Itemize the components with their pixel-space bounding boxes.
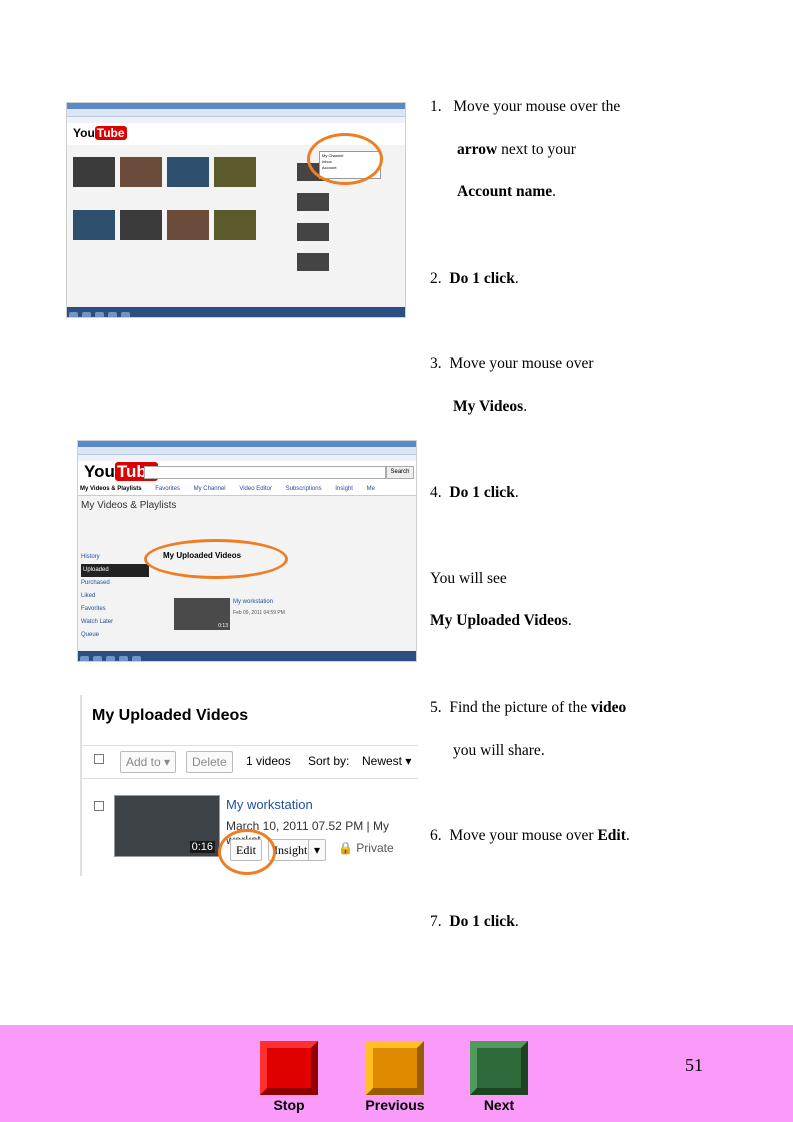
left-nav-item: Queue [81, 632, 100, 638]
left-nav-item: Uploaded [81, 564, 149, 577]
browser-toolbar [78, 447, 416, 455]
video-title: My workstation [233, 599, 274, 605]
youtube-header: You Tube Search [78, 461, 416, 483]
highlight-circle [307, 133, 383, 185]
step-3-line-2: My Videos. [453, 398, 528, 415]
step-6: 6. Move your mouse over Edit. [430, 827, 630, 844]
video-thumbnail [120, 157, 162, 187]
screenshot-account-menu: You Tube My Channel Inbox Account [66, 102, 406, 318]
privacy-status: 🔒 Private [338, 841, 394, 855]
stop-button[interactable] [260, 1041, 318, 1095]
step-1-line-2: arrow next to your [457, 141, 576, 158]
nav-item: My Videos & Playlists [80, 486, 142, 492]
step-2: 2. Do 1 click. [430, 270, 519, 287]
video-thumbnail [297, 253, 329, 271]
youtube-logo: You Tube [73, 126, 127, 140]
left-nav-item: Liked [81, 593, 96, 599]
result-line-1: You will see [430, 570, 507, 587]
previous-button[interactable] [366, 1041, 424, 1095]
uploaded-title: My Uploaded Videos [92, 707, 249, 724]
screenshot-my-videos: You Tube Search My Videos & Playlists Fav… [77, 440, 417, 662]
video-thumbnail [167, 210, 209, 240]
highlight-circle [218, 829, 276, 875]
page-number: 51 [685, 1055, 703, 1075]
left-nav-item: History [81, 554, 100, 560]
step-7: 7. Do 1 click. [430, 913, 519, 930]
footer-bar: Stop Previous Next 51 [0, 1025, 793, 1122]
search-input [144, 466, 386, 479]
youtube-nav: My Videos & Playlists Favorites My Chann… [78, 483, 416, 496]
video-title: My workstation [226, 797, 313, 812]
nav-item: Favorites [155, 486, 180, 492]
left-nav-item: Purchased [81, 580, 110, 586]
step-5-line-1: 5. Find the picture of the video [430, 699, 627, 716]
next-button[interactable] [470, 1041, 528, 1095]
video-meta: Feb 09, 2011 04:59 PM [233, 610, 285, 616]
browser-toolbar [67, 109, 405, 117]
video-thumbnail [120, 210, 162, 240]
action-bar: Add to ▾ Delete 1 videos Sort by: Newest… [82, 745, 418, 779]
video-thumbnail [167, 157, 209, 187]
select-all-checkbox [94, 754, 104, 764]
next-label: Next [483, 1097, 515, 1113]
sort-by-label: Sort by: [308, 754, 350, 768]
recommended-videos [73, 155, 283, 261]
stop-label: Stop [273, 1097, 305, 1113]
step-4: 4. Do 1 click. [430, 484, 519, 501]
delete-button: Delete [186, 751, 233, 773]
result-line-2: My Uploaded Videos. [430, 612, 572, 629]
video-thumbnail [297, 193, 329, 211]
video-thumbnail [73, 157, 115, 187]
section-title: My Videos & Playlists [81, 500, 177, 511]
add-to-button: Add to ▾ [120, 751, 177, 773]
left-nav: History Uploaded Purchased Liked Favorit… [81, 551, 149, 642]
screenshot-uploaded-video: My Uploaded Videos Add to ▾ Delete 1 vid… [80, 695, 418, 876]
video-duration: 0:16 [189, 841, 215, 853]
video-thumbnail: 0:16 [114, 795, 220, 857]
left-nav-item: Watch Later [81, 619, 114, 625]
sort-select: Newest ▾ [362, 754, 412, 768]
windows-taskbar [67, 307, 405, 317]
search-button: Search [386, 466, 414, 479]
step-1-line-1: 1. Move your mouse over the [430, 98, 621, 115]
video-thumbnail [214, 157, 256, 187]
nav-item: Video Editor [239, 486, 272, 492]
step-1-line-3: Account name. [457, 183, 557, 200]
step-5-line-2: you will share. [453, 742, 545, 759]
nav-item: Insight [335, 486, 353, 492]
step-3-line-1: 3. Move your mouse over [430, 355, 594, 372]
nav-item: Me [366, 486, 375, 492]
video-checkbox [94, 801, 104, 811]
videos-count: 1 videos [246, 754, 291, 768]
video-thumbnail [214, 210, 256, 240]
left-nav-item: Favorites [81, 606, 106, 612]
previous-label: Previous [365, 1097, 425, 1113]
video-thumbnail: 0:13 [174, 598, 230, 630]
windows-taskbar [78, 651, 416, 661]
highlight-circle [144, 539, 288, 579]
video-thumbnail [297, 223, 329, 241]
chevron-down-icon: ▾ [308, 839, 327, 861]
nav-item: Subscriptions [285, 486, 322, 492]
video-thumbnail [73, 210, 115, 240]
nav-item: My Channel [193, 486, 226, 492]
